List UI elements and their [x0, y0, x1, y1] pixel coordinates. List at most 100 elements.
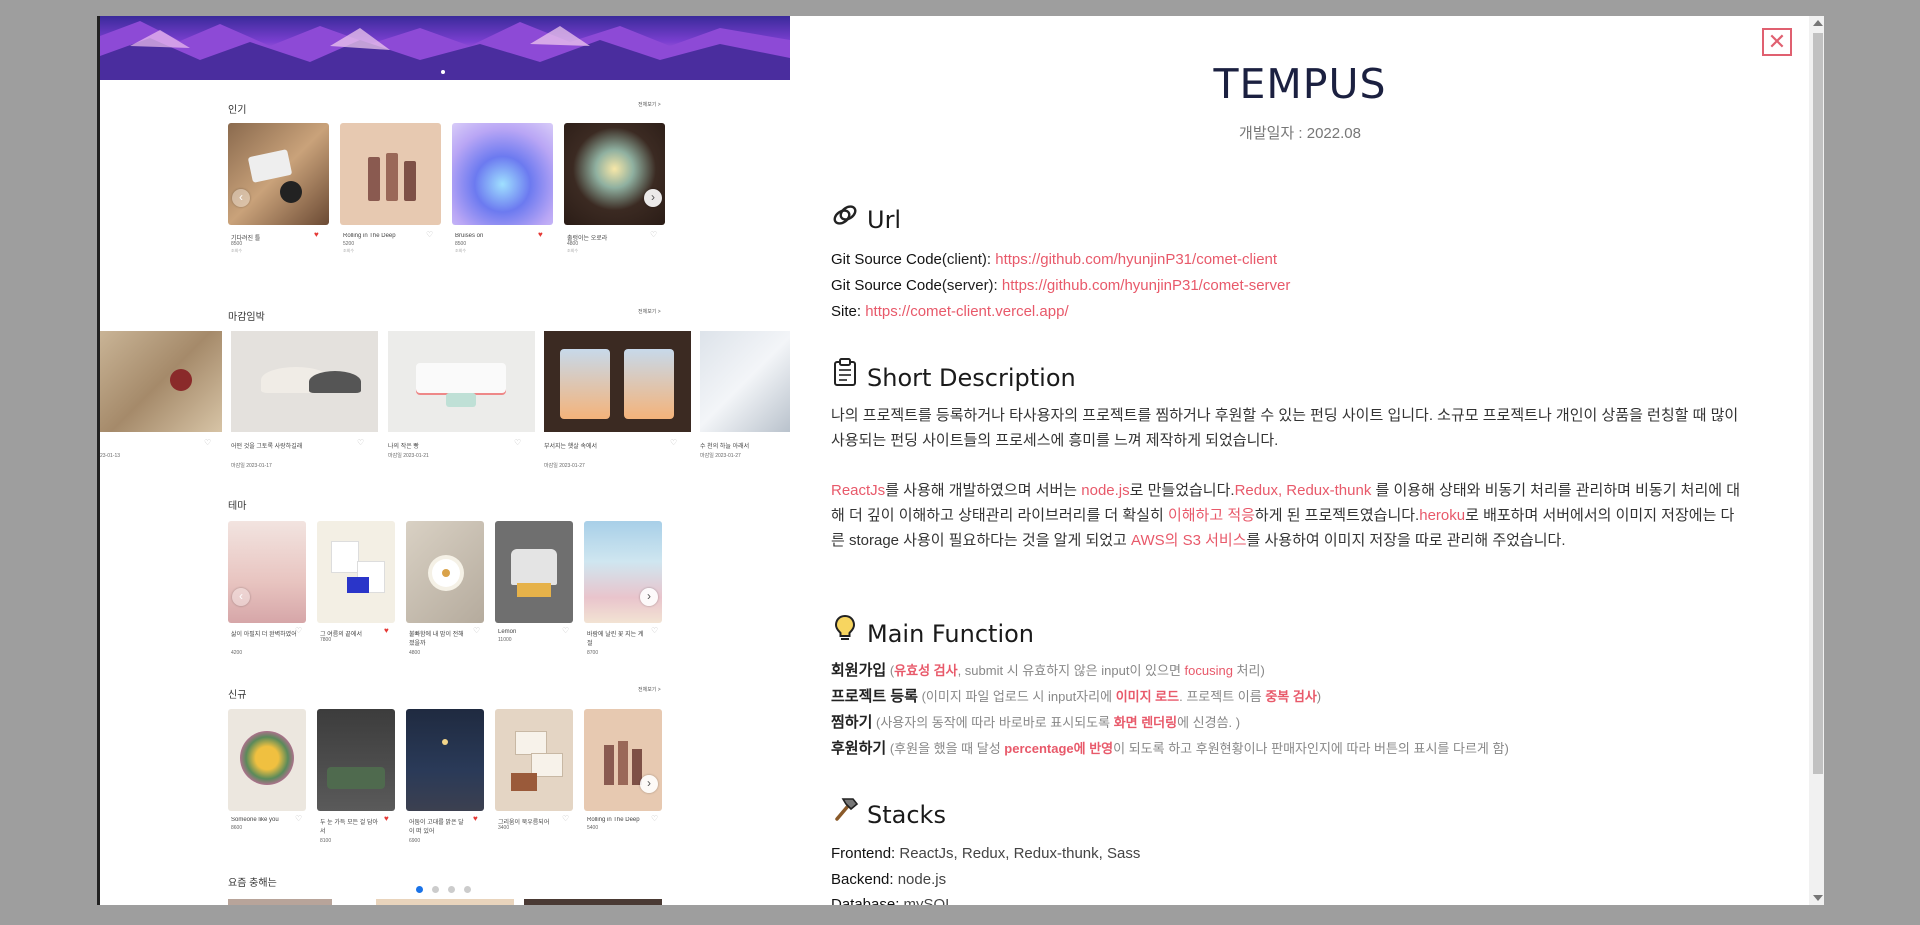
product-image[interactable]: [495, 521, 573, 623]
function-note: 이 되도록 하고 후원현황이나 판매자인지에 따라 버튼의 표시를 다르게 함): [1113, 741, 1509, 756]
recommend-image: [376, 899, 514, 905]
view-all-link[interactable]: 전체보기 >: [638, 686, 661, 693]
heart-icon[interactable]: ♡: [562, 626, 569, 635]
pagination-dot[interactable]: [448, 886, 455, 893]
product-image[interactable]: [231, 331, 378, 432]
card-price: 4200: [231, 650, 243, 656]
chevron-right-icon[interactable]: ›: [644, 189, 662, 207]
project-title: TEMPUS: [1213, 60, 1387, 108]
body-text: 하게 된 프로젝트였습니다.: [1254, 507, 1420, 524]
heart-icon[interactable]: ♡: [651, 814, 658, 823]
scroll-down-arrow[interactable]: [1813, 895, 1823, 901]
product-image[interactable]: [406, 521, 484, 623]
view-all-link[interactable]: 전체보기 >: [638, 308, 661, 315]
heart-icon[interactable]: ♡: [514, 438, 521, 447]
body-text: 를 사용하여 이미지 저장을 따로 관리해 주었습니다.: [1246, 532, 1566, 549]
card-price: 6900: [409, 838, 421, 844]
product-image[interactable]: [584, 709, 662, 811]
product-image[interactable]: [700, 331, 790, 432]
heart-icon[interactable]: ♥: [314, 230, 319, 239]
frontend-value: ReactJs, Redux, Redux-thunk, Sass: [899, 845, 1141, 862]
heart-icon[interactable]: ♡: [670, 438, 677, 447]
card-price: 7800: [320, 637, 332, 643]
server-source-line: Git Source Code(server): https://github.…: [831, 277, 1290, 294]
card-price: 4800: [409, 650, 421, 656]
product-image: [564, 123, 665, 225]
product-image[interactable]: [388, 331, 535, 432]
backend-line: Backend: node.js: [831, 871, 946, 888]
product-image[interactable]: [228, 709, 306, 811]
server-repo-link[interactable]: https://github.com/hyunjinP31/comet-serv…: [1002, 277, 1290, 294]
function-note: (사용자의 동작에 따라 바로바로 표시되도록: [872, 715, 1114, 730]
card-date: 마감일 2023-01-17: [231, 463, 272, 469]
card-title: 불빠함에 내 맘이 전해졌을까: [409, 632, 464, 647]
function-highlight: 이미지 로드: [1115, 689, 1180, 704]
carousel-prev-button[interactable]: ‹: [232, 189, 250, 207]
heart-icon[interactable]: ♥: [538, 230, 543, 239]
section-title-new: 신규: [228, 690, 247, 701]
recommend-image: [524, 899, 662, 905]
card-meta: 조회수: [231, 248, 243, 253]
chevron-right-icon[interactable]: ›: [640, 775, 658, 793]
client-source-line: Git Source Code(client): https://github.…: [831, 251, 1277, 268]
heart-icon[interactable]: ♥: [384, 626, 389, 635]
card-date: 마감일 2023-01-21: [388, 453, 429, 459]
product-image: [228, 123, 329, 225]
carousel-indicator[interactable]: [441, 70, 445, 74]
highlight-text: ReactJs: [831, 482, 886, 499]
product-image[interactable]: [100, 331, 222, 432]
card-price: 5200: [343, 241, 355, 247]
highlight-text: Redux, Redux-thunk: [1234, 482, 1372, 499]
function-highlight: 유효성 검사: [894, 663, 958, 678]
product-image[interactable]: [228, 521, 306, 623]
heart-icon[interactable]: ♡: [651, 626, 658, 635]
function-highlight: percentage에 반영: [1004, 741, 1114, 756]
function-item: 찜하기 (사용자의 동작에 따라 바로바로 표시되도록 화면 렌더링에 신경씀.…: [831, 710, 1771, 736]
heart-icon[interactable]: ♥: [384, 814, 389, 823]
site-link[interactable]: https://comet-client.vercel.app/: [865, 303, 1068, 320]
product-image[interactable]: [544, 331, 691, 432]
heart-icon[interactable]: ♡: [357, 438, 364, 447]
product-image[interactable]: [317, 709, 395, 811]
pagination-dot[interactable]: [416, 886, 423, 893]
heading-text: Url: [867, 206, 902, 234]
close-icon[interactable]: ✕: [1762, 28, 1792, 56]
pagination-dots[interactable]: [416, 880, 480, 898]
card-title: 수 천의 하늘 아래서: [700, 444, 750, 450]
client-repo-link[interactable]: https://github.com/hyunjinP31/comet-clie…: [995, 251, 1277, 268]
function-note: (이미지 파일 업로드 시 input자리에: [917, 689, 1116, 704]
database-line: Database: mySQL: [831, 896, 954, 905]
card-date: 마감일 2023-01-27: [700, 453, 741, 459]
view-all-link[interactable]: 전체보기 >: [638, 101, 661, 108]
pagination-dot[interactable]: [432, 886, 439, 893]
heart-icon[interactable]: ♥: [473, 814, 478, 823]
card-title: 나의 작은 빵: [388, 444, 419, 450]
heart-icon[interactable]: ♡: [204, 438, 211, 447]
carousel-prev-button[interactable]: ‹: [232, 588, 250, 606]
frontend-line: Frontend: ReactJs, Redux, Redux-thunk, S…: [831, 845, 1140, 862]
card-title: Rolling in The Deep: [587, 817, 640, 823]
heart-icon[interactable]: ♡: [650, 230, 657, 239]
heart-icon[interactable]: ♡: [473, 626, 480, 635]
function-note: (후원을 했을 때 달성: [886, 741, 1005, 756]
client-label: Git Source Code: [831, 251, 942, 268]
heart-icon[interactable]: ♡: [295, 814, 302, 823]
heart-icon[interactable]: ♡: [295, 626, 302, 635]
heart-icon[interactable]: ♡: [562, 814, 569, 823]
link-icon: [831, 202, 859, 234]
product-image[interactable]: [495, 709, 573, 811]
product-image[interactable]: [584, 521, 662, 623]
scrollbar[interactable]: [1809, 16, 1824, 905]
function-item: 프로젝트 등록 (이미지 파일 업로드 시 input자리에 이미지 로드. 프…: [831, 684, 1771, 710]
scroll-up-arrow[interactable]: [1813, 20, 1823, 26]
function-name: 프로젝트 등록: [831, 688, 918, 705]
product-image[interactable]: [317, 521, 395, 623]
pagination-dot[interactable]: [464, 886, 471, 893]
heart-icon[interactable]: ♡: [426, 230, 433, 239]
scrollbar-thumb[interactable]: [1813, 33, 1823, 774]
frontend-label: Frontend:: [831, 845, 900, 862]
card-title: 어떤 것을 그토록 사랑하길래: [231, 444, 303, 450]
product-image[interactable]: [406, 709, 484, 811]
chevron-right-icon[interactable]: ›: [640, 588, 658, 606]
card-price: 3400: [498, 825, 510, 831]
